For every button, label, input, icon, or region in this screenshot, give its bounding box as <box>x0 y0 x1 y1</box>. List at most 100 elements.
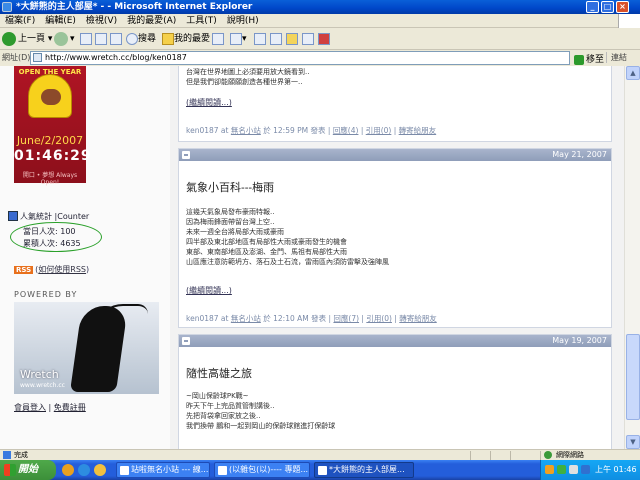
windows-flag-icon <box>4 464 16 476</box>
rss-help-link[interactable]: 如何使用RSS <box>38 265 86 274</box>
ie-icon <box>218 466 227 475</box>
tray-icon[interactable] <box>557 465 566 474</box>
reply-link[interactable]: 回應(7) <box>333 314 359 323</box>
ie-quicklaunch-icon[interactable] <box>78 464 90 476</box>
vertical-scrollbar[interactable]: ▲ ▼ <box>624 66 640 449</box>
category-link[interactable]: 無名小站 <box>231 314 261 323</box>
stats-title: 人氣統計 |Counter <box>20 212 90 221</box>
post-body: 台灣在世界地圖上必須要用放大鏡看到.. 但是我們卻能願願創造各種世界第一.. <box>186 68 310 86</box>
stats-box: 當日人次: 100 累積人次: 4635 <box>10 222 102 252</box>
category-link[interactable]: 無名小站 <box>231 126 261 135</box>
volume-icon[interactable] <box>569 465 578 474</box>
trackback-link[interactable]: 引用(0) <box>366 126 392 135</box>
window-title: *大餅熊的主人部屋* - - Microsoft Internet Explor… <box>16 2 253 12</box>
windows-logo-icon <box>618 14 640 28</box>
menu-favorites[interactable]: 我的最愛(A) <box>122 14 181 28</box>
post-meta: ken0187 at 無名小站 於 12:10 AM 發表 | 回應(7) | … <box>186 314 437 323</box>
tools-button[interactable] <box>318 31 330 47</box>
scroll-down-arrow[interactable]: ▼ <box>626 435 640 449</box>
trackback-link[interactable]: 引用(0) <box>366 314 392 323</box>
wretch-logo-text: Wretch <box>20 368 59 381</box>
scroll-up-arrow[interactable]: ▲ <box>626 66 640 80</box>
favorites-button[interactable]: 我的最愛 <box>162 31 210 47</box>
ie-icon <box>120 466 129 475</box>
refresh-icon <box>95 32 107 45</box>
member-links: 會員登入 | 免費註冊 <box>14 403 86 412</box>
bell-icon <box>28 74 72 118</box>
powered-by-label: POWERED BY <box>14 290 78 299</box>
stop-button[interactable] <box>80 31 92 47</box>
rss-section: RSS (如何使用RSS) <box>14 265 90 274</box>
refresh-button[interactable] <box>95 31 107 47</box>
go-button[interactable]: 移至 <box>574 52 604 65</box>
post-title[interactable]: 氣象小百科---梅雨 <box>186 179 274 195</box>
share-link[interactable]: 轉寄給朋友 <box>399 314 437 323</box>
mail-icon <box>230 32 242 45</box>
menu-view[interactable]: 檢視(V) <box>81 14 122 28</box>
register-link[interactable]: 免費註冊 <box>54 403 86 412</box>
back-button[interactable]: 上一頁 ▾ <box>2 31 52 47</box>
share-link[interactable]: 轉寄給朋友 <box>399 126 437 135</box>
ie-icon <box>318 466 327 475</box>
scroll-thumb[interactable] <box>626 334 640 420</box>
maximize-button[interactable]: □ <box>601 1 614 13</box>
status-bar: 完成 網際網路 <box>0 449 640 460</box>
links-button[interactable]: 連結 <box>606 52 627 63</box>
status-text: 完成 <box>14 451 28 459</box>
post-column: 台灣在世界地圖上必須要用放大鏡看到.. 但是我們卻能願願創造各種世界第一.. (… <box>178 66 612 449</box>
menu-edit[interactable]: 編輯(E) <box>40 14 81 28</box>
page-viewport: OPEN THE YEAR June/2/2007 01:46:29 開口 • … <box>0 66 624 449</box>
read-more-link[interactable]: (繼續閱讀...) <box>186 97 232 108</box>
tools-icon <box>318 32 330 45</box>
menu-file[interactable]: 檔案(F) <box>0 14 40 28</box>
post-card: May 21, 2007 氣象小百科---梅雨 這幾天氣象局發布豪雨特報.. 因… <box>178 148 612 328</box>
go-arrow-icon <box>574 54 584 65</box>
close-button[interactable]: × <box>616 1 629 13</box>
taskbar-item[interactable]: 站啦無名小站 --- 線... <box>116 462 210 478</box>
toolbar: 上一頁 ▾ ▾ 搜尋 我的最愛 ▾ <box>0 28 640 50</box>
folder-quicklaunch-icon[interactable] <box>94 464 106 476</box>
minimize-button[interactable]: _ <box>586 1 599 13</box>
folder-icon <box>286 32 298 45</box>
page-done-icon <box>3 451 11 459</box>
rss-badge[interactable]: RSS <box>14 266 34 274</box>
forward-button[interactable]: ▾ <box>54 31 75 47</box>
quicklaunch-icon[interactable] <box>62 464 74 476</box>
history-button[interactable] <box>212 31 224 47</box>
wretch-banner[interactable]: Wretch www.wretch.cc <box>14 302 159 394</box>
collapse-icon[interactable] <box>182 151 190 159</box>
address-input[interactable]: http://www.wretch.cc/blog/ken0187 <box>30 51 570 65</box>
home-button[interactable] <box>110 31 122 47</box>
edit-button[interactable] <box>270 31 282 47</box>
counter-icon <box>8 211 18 221</box>
clock-date: June/2/2007 <box>16 134 84 147</box>
menu-help[interactable]: 說明(H) <box>222 14 264 28</box>
taskbar-item-active[interactable]: *大餅熊的主人部屋... <box>314 462 414 478</box>
collapse-icon[interactable] <box>182 337 190 345</box>
post-card: 台灣在世界地圖上必須要用放大鏡看到.. 但是我們卻能願願創造各種世界第一.. (… <box>178 66 612 142</box>
taskbar: 開始 站啦無名小站 --- 線... (以雜包(以)---- 專題... *大餅… <box>0 460 640 480</box>
star-icon <box>162 32 174 45</box>
post-card: May 19, 2007 隨性高雄之旅 ~岡山保齡球PK戰~ 昨天下午上完品質管… <box>178 334 612 449</box>
discuss-button[interactable] <box>286 31 298 47</box>
search-button[interactable]: 搜尋 <box>126 31 156 47</box>
taskbar-item[interactable]: (以雜包(以)---- 專題... <box>214 462 310 478</box>
post-title[interactable]: 隨性高雄之旅 <box>186 365 252 381</box>
start-button[interactable]: 開始 <box>0 460 56 480</box>
menu-tools[interactable]: 工具(T) <box>181 14 222 28</box>
post-body: 這幾天氣象局發布豪雨特報.. 因為梅雨鋒面帶留台灣上空.. 未來一週全台將局部大… <box>186 208 389 266</box>
print-button[interactable] <box>254 31 266 47</box>
read-more-link[interactable]: (繼續閱讀...) <box>186 285 232 296</box>
reply-link[interactable]: 回應(4) <box>333 126 359 135</box>
stop-icon <box>80 32 92 45</box>
post-date-header: May 19, 2007 <box>179 335 611 347</box>
messenger-button[interactable] <box>302 31 314 47</box>
print-icon <box>254 32 266 45</box>
login-link[interactable]: 會員登入 <box>14 403 46 412</box>
post-body: ~岡山保齡球PK戰~ 昨天下午上完品質管制講後.. 先把背袋拿回家放之後.. 我… <box>186 392 336 430</box>
clock-time: 01:46:29 <box>14 148 92 164</box>
home-icon <box>110 32 122 45</box>
mail-button[interactable]: ▾ <box>230 31 247 47</box>
tray-icon[interactable] <box>545 465 554 474</box>
network-icon[interactable] <box>581 465 590 474</box>
